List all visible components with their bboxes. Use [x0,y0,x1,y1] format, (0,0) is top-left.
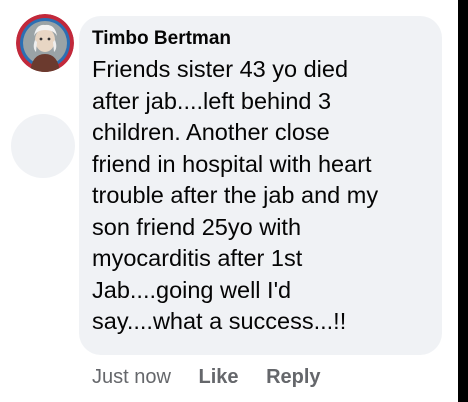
reply-button[interactable]: Reply [266,366,320,388]
comment-text-line: trouble after the jab and my [92,182,379,208]
comment-text-line: say....what a success...!! [92,308,347,334]
profile-photo-icon[interactable] [16,14,74,72]
window-edge [458,0,468,402]
comment-text-line: myocarditis after 1st [92,245,303,271]
comment-bubble: Timbo Bertman Friends sister 43 yo died … [79,16,442,355]
comment-actions: Just now Like Reply [92,364,343,390]
comment-text-line: after jab....left behind 3 [92,87,332,114]
placeholder-avatar [11,114,75,178]
comment-screenshot: Timbo Bertman Friends sister 43 yo died … [0,0,468,402]
comment-text-line: children. Another close [92,119,330,145]
comment-text-line: son friend 25yo with [92,213,302,240]
comment-text-line: Friends sister 43 yo died [92,56,349,82]
comment-text: Friends sister 43 yo died after jab....l… [92,54,430,338]
comment-text-line: friend in hospital with heart [92,150,372,177]
comment-timestamp[interactable]: Just now [92,366,171,388]
comment-author-name[interactable]: Timbo Bertman [92,27,430,51]
comment-text-line: Jab....going well I'd [92,276,292,303]
like-button[interactable]: Like [199,366,239,388]
